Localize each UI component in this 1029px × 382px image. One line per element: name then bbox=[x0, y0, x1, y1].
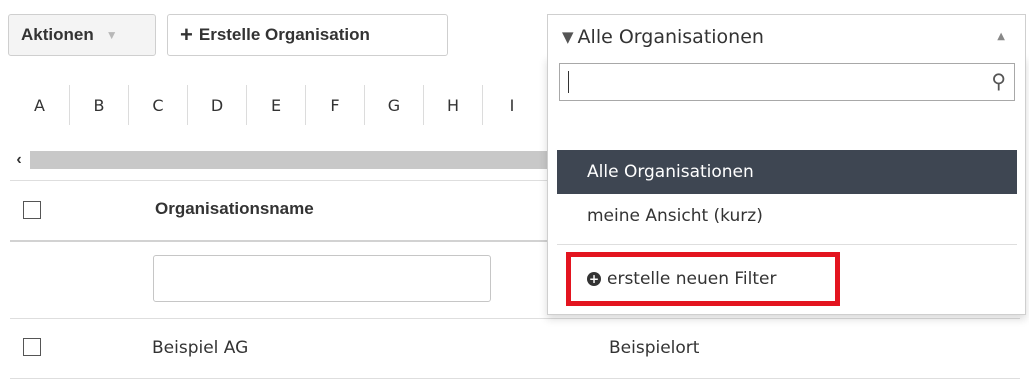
actions-dropdown-button[interactable]: Aktionen ▼ bbox=[8, 14, 156, 56]
add-circle-icon: + bbox=[587, 272, 601, 286]
plus-icon: + bbox=[180, 22, 193, 47]
dropdown-option-all-organisations[interactable]: Alle Organisationen bbox=[557, 150, 1017, 194]
create-organisation-button[interactable]: + Erstelle Organisation bbox=[167, 14, 448, 56]
column-header-name[interactable]: Organisationsname bbox=[155, 199, 314, 219]
dropdown-divider bbox=[557, 244, 1017, 245]
create-new-filter-label: erstelle neuen Filter bbox=[607, 269, 777, 289]
letter-filter-f[interactable]: F bbox=[305, 85, 364, 125]
select-all-checkbox[interactable] bbox=[23, 201, 41, 219]
dropdown-option-my-view[interactable]: meine Ansicht (kurz) bbox=[557, 194, 1017, 238]
create-new-filter-button[interactable]: + erstelle neuen Filter bbox=[566, 252, 840, 306]
letter-filter-d[interactable]: D bbox=[187, 85, 246, 125]
chevron-left-icon[interactable]: ‹ bbox=[8, 148, 30, 172]
row-organisation-name[interactable]: Beispiel AG bbox=[152, 338, 248, 358]
name-filter-input[interactable] bbox=[153, 255, 491, 302]
table-divider bbox=[10, 378, 1020, 379]
table-divider bbox=[10, 318, 1020, 319]
letter-filter-c[interactable]: C bbox=[128, 85, 187, 125]
chevron-down-icon: ▼ bbox=[105, 28, 118, 42]
actions-label: Aktionen bbox=[21, 25, 94, 44]
create-organisation-label: Erstelle Organisation bbox=[198, 25, 370, 44]
letter-filter-b[interactable]: B bbox=[69, 85, 128, 125]
letter-filter-e[interactable]: E bbox=[246, 85, 305, 125]
letter-filter-i[interactable]: I bbox=[482, 85, 541, 125]
text-cursor bbox=[568, 71, 569, 93]
filter-icon: ▼ bbox=[562, 27, 574, 46]
search-icon: ⚲ bbox=[991, 71, 1006, 93]
row-checkbox[interactable] bbox=[23, 338, 41, 356]
row-city: Beispielort bbox=[609, 338, 700, 358]
view-select-value: Alle Organisationen bbox=[577, 25, 764, 48]
alphabet-filter: A B C D E F G H I bbox=[10, 85, 541, 125]
letter-filter-h[interactable]: H bbox=[423, 85, 482, 125]
view-select[interactable]: ▼ Alle Organisationen ▲ bbox=[547, 14, 1026, 58]
chevron-up-icon: ▲ bbox=[997, 31, 1005, 42]
letter-filter-g[interactable]: G bbox=[364, 85, 423, 125]
dropdown-search-input[interactable]: ⚲ bbox=[559, 63, 1015, 101]
horizontal-scrollbar[interactable] bbox=[30, 151, 550, 169]
letter-filter-a[interactable]: A bbox=[10, 85, 69, 125]
